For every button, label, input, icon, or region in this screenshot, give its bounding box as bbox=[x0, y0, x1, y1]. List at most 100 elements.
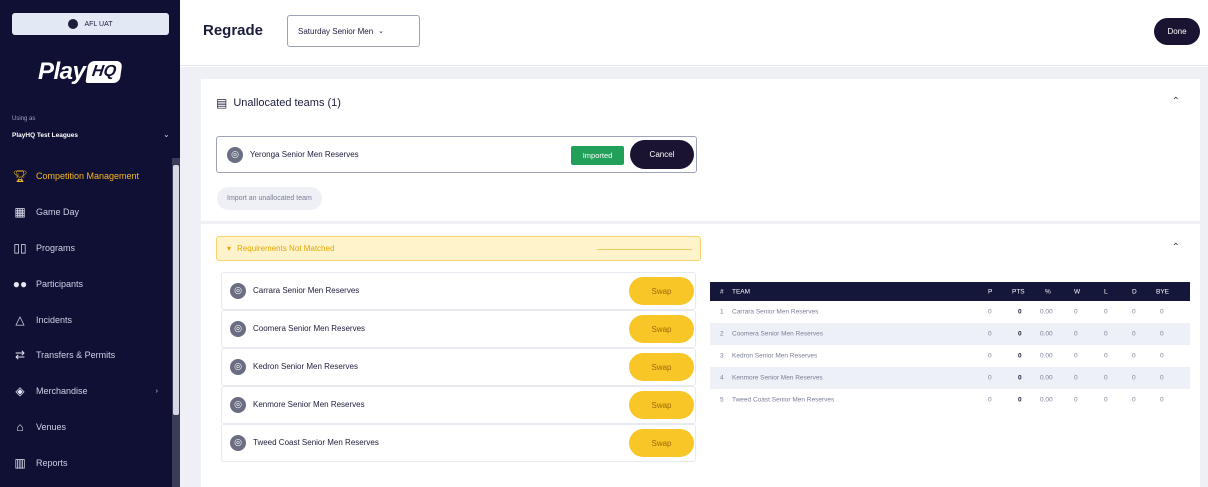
row-draws: 0 bbox=[1132, 374, 1136, 382]
row-byes: 0 bbox=[1160, 374, 1164, 382]
trophy-icon: 🏆︎ bbox=[12, 168, 28, 183]
row-played: 0 bbox=[988, 396, 992, 404]
unallocated-teams-header[interactable]: ▤ Unallocated teams (1) bbox=[216, 96, 341, 110]
environment-label: AFL UAT bbox=[84, 20, 113, 28]
row-losses: 0 bbox=[1104, 396, 1108, 404]
grade-select[interactable]: Saturday Senior Men ⌄ bbox=[287, 15, 420, 47]
page-title: Regrade bbox=[203, 22, 264, 39]
row-points: 0 bbox=[1018, 330, 1022, 338]
table-row: 1 Carrara Senior Men Reserves 0 0 0.00 0… bbox=[710, 301, 1190, 323]
team-name: Coomera Senior Men Reserves bbox=[253, 324, 366, 333]
sidebar-item-venues[interactable]: ⌂ Venues bbox=[0, 409, 172, 445]
row-played: 0 bbox=[988, 330, 992, 338]
row-points: 0 bbox=[1018, 374, 1022, 382]
stadium-icon: ⌂ bbox=[16, 420, 24, 435]
row-losses: 0 bbox=[1104, 308, 1108, 316]
collapse-icon[interactable]: ⌃ bbox=[1172, 96, 1180, 107]
row-position: 5 bbox=[720, 396, 724, 404]
chevron-down-icon[interactable]: ⌄ bbox=[163, 130, 170, 139]
swap-button[interactable]: Swap bbox=[629, 277, 694, 305]
row-played: 0 bbox=[988, 352, 992, 360]
sidebar-item-label: Venues bbox=[36, 422, 67, 433]
book-icon: ▯▯ bbox=[13, 240, 27, 255]
sidebar-item-label: Competition Management bbox=[36, 170, 140, 181]
team-row: ◎ Kedron Senior Men Reserves Swap bbox=[221, 348, 696, 386]
row-team: Carrara Senior Men Reserves bbox=[732, 308, 819, 316]
row-losses: 0 bbox=[1104, 374, 1108, 382]
sidebar-item-transfers-permits[interactable]: ⇄ Transfers & Permits bbox=[0, 337, 172, 373]
sidebar-item-participants[interactable]: ●● Participants bbox=[0, 266, 172, 302]
transfer-icon: ⇄ bbox=[14, 348, 26, 363]
swap-button[interactable]: Swap bbox=[629, 353, 694, 381]
ladder-table: # TEAM P PTS % W L D BYE 1 Carrara Senio… bbox=[710, 282, 1190, 411]
unallocated-team-name: Yeronga Senior Men Reserves bbox=[250, 150, 359, 159]
sidebar-nav: 🏆︎ Competition Management ▦ Game Day ▯▯ … bbox=[0, 158, 172, 481]
col-played: P bbox=[988, 288, 993, 295]
row-position: 1 bbox=[720, 308, 724, 316]
col-losses: L bbox=[1104, 288, 1108, 295]
logo-hq-text: HQ bbox=[85, 61, 123, 83]
sidebar-item-label: Merchandise bbox=[36, 386, 88, 397]
cancel-button[interactable]: Cancel bbox=[630, 140, 694, 169]
col-position: # bbox=[720, 288, 724, 295]
sidebar-item-label: Incidents bbox=[36, 314, 73, 325]
row-team: Tweed Coast Senior Men Reserves bbox=[732, 396, 835, 404]
sidebar-item-incidents[interactable]: △ Incidents bbox=[0, 302, 172, 338]
unallocated-teams-card: ▤ Unallocated teams (1) ⌃ ◎ Yeronga Seni… bbox=[201, 79, 1200, 221]
row-percentage: 0.00 bbox=[1040, 308, 1053, 316]
shirt-icon: ◈ bbox=[15, 384, 25, 399]
row-points: 0 bbox=[1018, 308, 1022, 316]
grade-select-value: Saturday Senior Men bbox=[298, 26, 374, 36]
row-draws: 0 bbox=[1132, 396, 1136, 404]
scoreboard-icon: ▦ bbox=[14, 204, 26, 219]
col-byes: BYE bbox=[1156, 288, 1170, 295]
sidebar-item-label: Transfers & Permits bbox=[36, 350, 116, 361]
row-losses: 0 bbox=[1104, 330, 1108, 338]
team-name: Carrara Senior Men Reserves bbox=[253, 286, 360, 295]
sidebar-item-game-day[interactable]: ▦ Game Day bbox=[0, 194, 172, 230]
row-wins: 0 bbox=[1074, 308, 1078, 316]
row-played: 0 bbox=[988, 308, 992, 316]
col-wins: W bbox=[1074, 288, 1081, 295]
sidebar-item-reports[interactable]: ▥ Reports bbox=[0, 445, 172, 481]
done-button[interactable]: Done bbox=[1154, 18, 1200, 45]
chevron-right-icon: › bbox=[155, 387, 158, 395]
col-draws: D bbox=[1132, 288, 1137, 295]
playhq-logo[interactable]: Play HQ bbox=[38, 58, 123, 86]
row-team: Kedron Senior Men Reserves bbox=[732, 352, 818, 360]
page-header: Regrade Saturday Senior Men ⌄ Done bbox=[180, 0, 1208, 66]
sidebar-item-programs[interactable]: ▯▯ Programs bbox=[0, 230, 172, 266]
row-points: 0 bbox=[1018, 396, 1022, 404]
team-row: ◎ Kenmore Senior Men Reserves Swap bbox=[221, 386, 696, 424]
using-as-label: Using as bbox=[12, 116, 36, 122]
sidebar-item-label: Programs bbox=[36, 242, 76, 253]
organisation-selector[interactable]: PlayHQ Test Leagues bbox=[12, 132, 78, 139]
row-wins: 0 bbox=[1074, 330, 1078, 338]
swap-button[interactable]: Swap bbox=[629, 429, 694, 457]
swap-button[interactable]: Swap bbox=[629, 315, 694, 343]
team-avatar-icon: ◎ bbox=[227, 147, 243, 163]
row-draws: 0 bbox=[1132, 330, 1136, 338]
col-points: PTS bbox=[1012, 288, 1025, 295]
sidebar-scroll-thumb[interactable] bbox=[173, 165, 179, 415]
table-row: 3 Kedron Senior Men Reserves 0 0 0.00 0 … bbox=[710, 345, 1190, 367]
row-draws: 0 bbox=[1132, 308, 1136, 316]
row-percentage: 0.00 bbox=[1040, 352, 1053, 360]
row-byes: 0 bbox=[1160, 352, 1164, 360]
archive-icon: ▤ bbox=[216, 96, 228, 110]
team-name: Tweed Coast Senior Men Reserves bbox=[253, 438, 379, 447]
row-losses: 0 bbox=[1104, 352, 1108, 360]
unallocated-team-item: ◎ Yeronga Senior Men Reserves Imported C… bbox=[216, 136, 697, 173]
team-row: ◎ Coomera Senior Men Reserves Swap bbox=[221, 310, 696, 348]
team-avatar-icon: ◎ bbox=[230, 283, 246, 299]
row-wins: 0 bbox=[1074, 374, 1078, 382]
collapse-icon[interactable]: ⌃ bbox=[1172, 242, 1180, 253]
team-row: ◎ Carrara Senior Men Reserves Swap bbox=[221, 272, 696, 310]
swap-button[interactable]: Swap bbox=[629, 391, 694, 419]
sidebar-item-competition-management[interactable]: 🏆︎ Competition Management bbox=[0, 158, 172, 194]
main-content: ▤ Unallocated teams (1) ⌃ ◎ Yeronga Seni… bbox=[180, 67, 1208, 487]
row-byes: 0 bbox=[1160, 308, 1164, 316]
sidebar-item-merchandise[interactable]: ◈ Merchandise › bbox=[0, 373, 172, 409]
row-draws: 0 bbox=[1132, 352, 1136, 360]
import-unallocated-team-button[interactable]: Import an unallocated team bbox=[217, 187, 322, 210]
